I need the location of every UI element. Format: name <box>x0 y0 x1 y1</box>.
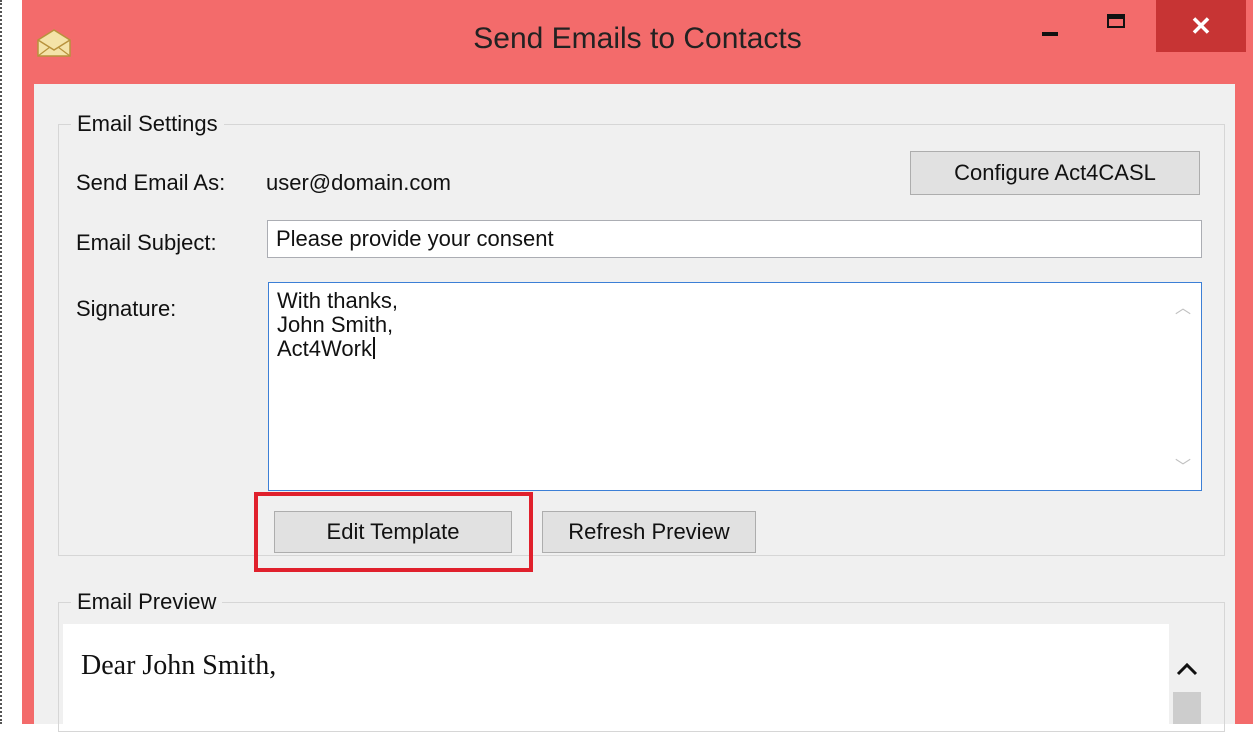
close-button[interactable]: ✕ <box>1156 0 1246 52</box>
email-subject-input[interactable] <box>267 220 1202 258</box>
minimize-button[interactable] <box>1024 0 1080 52</box>
scroll-down-icon[interactable]: ﹀ <box>1175 456 1191 480</box>
text-caret <box>372 337 375 359</box>
send-as-value: user@domain.com <box>266 170 451 195</box>
dialog-window: Send Emails to Contacts ✕ Email Settings… <box>22 0 1253 732</box>
signature-text: With thanks, John Smith, Act4Work <box>277 288 399 361</box>
scroll-up-icon[interactable] <box>1176 662 1198 676</box>
signature-label: Signature: <box>76 296 177 321</box>
scrollbar-thumb[interactable] <box>1173 692 1201 724</box>
refresh-preview-button[interactable]: Refresh Preview <box>542 511 756 553</box>
signature-textarea[interactable]: With thanks, John Smith, Act4Work ︿ ﹀ <box>268 282 1202 491</box>
edit-template-highlight <box>254 492 533 572</box>
preview-greeting: Dear John Smith, <box>81 650 277 681</box>
email-preview-pane[interactable]: Dear John Smith, <box>63 624 1169 724</box>
send-as-label: Send Email As: <box>76 170 226 195</box>
scroll-up-icon[interactable]: ︿ <box>1175 297 1191 321</box>
dialog-client-area: Email Settings Send Email As: user@domai… <box>34 84 1235 732</box>
email-preview-group-label: Email Preview <box>71 589 223 615</box>
background-edge <box>0 0 22 724</box>
email-subject-label: Email Subject: <box>76 230 217 255</box>
configure-act4casl-button[interactable]: Configure Act4CASL <box>910 151 1200 195</box>
close-icon: ✕ <box>1190 10 1212 41</box>
preview-scrollbar[interactable] <box>1169 624 1205 724</box>
title-bar[interactable]: Send Emails to Contacts ✕ <box>22 0 1253 84</box>
maximize-button[interactable] <box>1087 0 1147 52</box>
email-settings-group-label: Email Settings <box>71 111 224 137</box>
